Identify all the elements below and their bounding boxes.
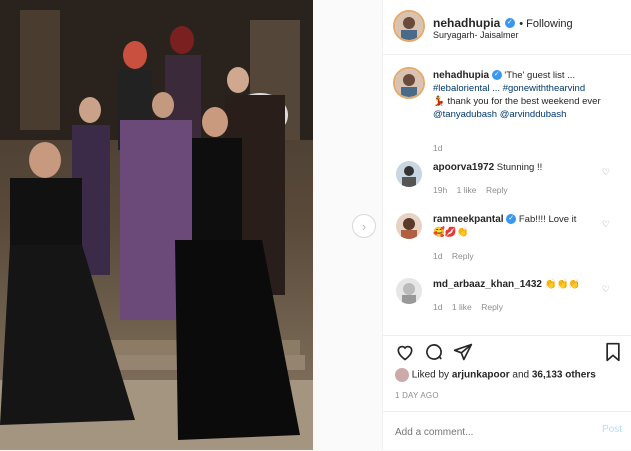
comment-age: 19h: [433, 185, 448, 195]
bookmark-icon: [606, 342, 620, 362]
author-avatar[interactable]: [393, 10, 425, 42]
comment-username[interactable]: ramneekpantal: [433, 214, 504, 225]
comment-age: 1d: [433, 302, 443, 312]
heart-icon: [397, 345, 413, 361]
post-photo[interactable]: [0, 0, 313, 450]
heart-icon[interactable]: ♡: [602, 284, 610, 295]
author-username[interactable]: nehadhupia: [433, 16, 500, 30]
commenter-avatar[interactable]: [396, 213, 422, 239]
share-button[interactable]: [453, 342, 473, 367]
commenter-avatar[interactable]: [396, 278, 422, 304]
following-label[interactable]: • Following: [519, 18, 572, 30]
caption-text: nehadhupia ✓ 'The' guest list ... #lebal…: [433, 69, 623, 121]
next-photo-button[interactable]: ›: [352, 214, 376, 238]
comment-age: 1d: [433, 251, 443, 261]
comment-username[interactable]: md_arbaaz_khan_1432: [433, 279, 542, 290]
reply-button[interactable]: Reply: [481, 302, 503, 312]
save-button[interactable]: [604, 342, 622, 367]
comments-list[interactable]: nehadhupia ✓ 'The' guest list ... #lebal…: [383, 55, 631, 333]
verified-icon: ✓: [491, 70, 502, 81]
post-photo-image: [0, 0, 313, 450]
caption: nehadhupia ✓ 'The' guest list ... #lebal…: [383, 65, 631, 155]
comment-item: ramneekpantal ✓ Fab!!!! Love it 🥰💋👏 1d R…: [383, 207, 631, 263]
share-icon: [453, 343, 473, 361]
like-button[interactable]: [395, 342, 415, 367]
liker-avatar[interactable]: [395, 368, 409, 382]
add-comment-bar: Post: [383, 411, 631, 451]
comment-likes[interactable]: 1 like: [452, 302, 472, 312]
commenter-avatar[interactable]: [396, 161, 422, 187]
liker-username[interactable]: arjunkapoor: [452, 370, 510, 381]
comment-body: 👏👏👏: [544, 279, 581, 290]
post-timestamp: 1 DAY AGO: [395, 391, 439, 400]
comment-text: apoorva1972 Stunning !!: [433, 161, 542, 174]
comment-item: md_arbaaz_khan_1432 👏👏👏 1d 1 like Reply …: [383, 270, 631, 320]
comment-likes[interactable]: 1 like: [457, 185, 477, 195]
caption-age: 1d: [433, 143, 443, 153]
caption-username[interactable]: nehadhupia: [433, 70, 489, 81]
caption-text-2: 💃 thank you for the best weekend ever: [433, 96, 601, 107]
comment-item: apoorva1972 Stunning !! 19h 1 like Reply…: [383, 157, 631, 203]
verified-icon: ✓: [506, 214, 517, 225]
comment-input[interactable]: [393, 422, 587, 442]
comment-text: md_arbaaz_khan_1432 👏👏👏: [433, 278, 580, 291]
post-side-panel: nehadhupia ✓ • Following Suryagarh- Jais…: [382, 0, 631, 450]
caption-hashtags[interactable]: #lebaloriental ... #gonewiththearvind: [433, 83, 585, 94]
heart-icon[interactable]: ♡: [602, 219, 610, 230]
comment-meta: 19h 1 like Reply: [433, 185, 508, 195]
verified-icon: ✓: [504, 17, 515, 28]
comment-icon: [426, 344, 442, 360]
comment-body: Fab!!!! Love it: [518, 214, 577, 225]
post-header: nehadhupia ✓ • Following Suryagarh- Jais…: [383, 0, 631, 55]
reply-button[interactable]: Reply: [486, 185, 508, 195]
comment-username[interactable]: apoorva1972: [433, 162, 494, 173]
caption-text-1: 'The' guest list ...: [504, 70, 576, 81]
likes-prefix: Liked by: [411, 369, 450, 381]
comment-meta: 1d Reply: [433, 251, 474, 261]
reply-button[interactable]: Reply: [452, 251, 474, 261]
comment-button[interactable]: [424, 342, 444, 367]
comment-meta: 1d 1 like Reply: [433, 302, 503, 312]
post-location[interactable]: Suryagarh- Jaisalmer: [433, 30, 519, 40]
comment-body: Stunning !!: [496, 162, 543, 173]
caption-avatar[interactable]: [393, 67, 425, 99]
post-comment-button[interactable]: Post: [602, 424, 622, 435]
likes-summary: Liked by arjunkapoor and 36,133 others: [395, 368, 596, 382]
chevron-right-icon: ›: [361, 218, 367, 234]
heart-icon[interactable]: ♡: [602, 167, 610, 178]
comment-emoji: 🥰💋👏: [433, 227, 469, 238]
comment-text: ramneekpantal ✓ Fab!!!! Love it 🥰💋👏: [433, 213, 583, 239]
likes-count[interactable]: 36,133 others: [532, 370, 596, 381]
caption-mentions[interactable]: @tanyadubash @arvinddubash: [433, 109, 566, 120]
likes-and: and: [512, 369, 530, 381]
